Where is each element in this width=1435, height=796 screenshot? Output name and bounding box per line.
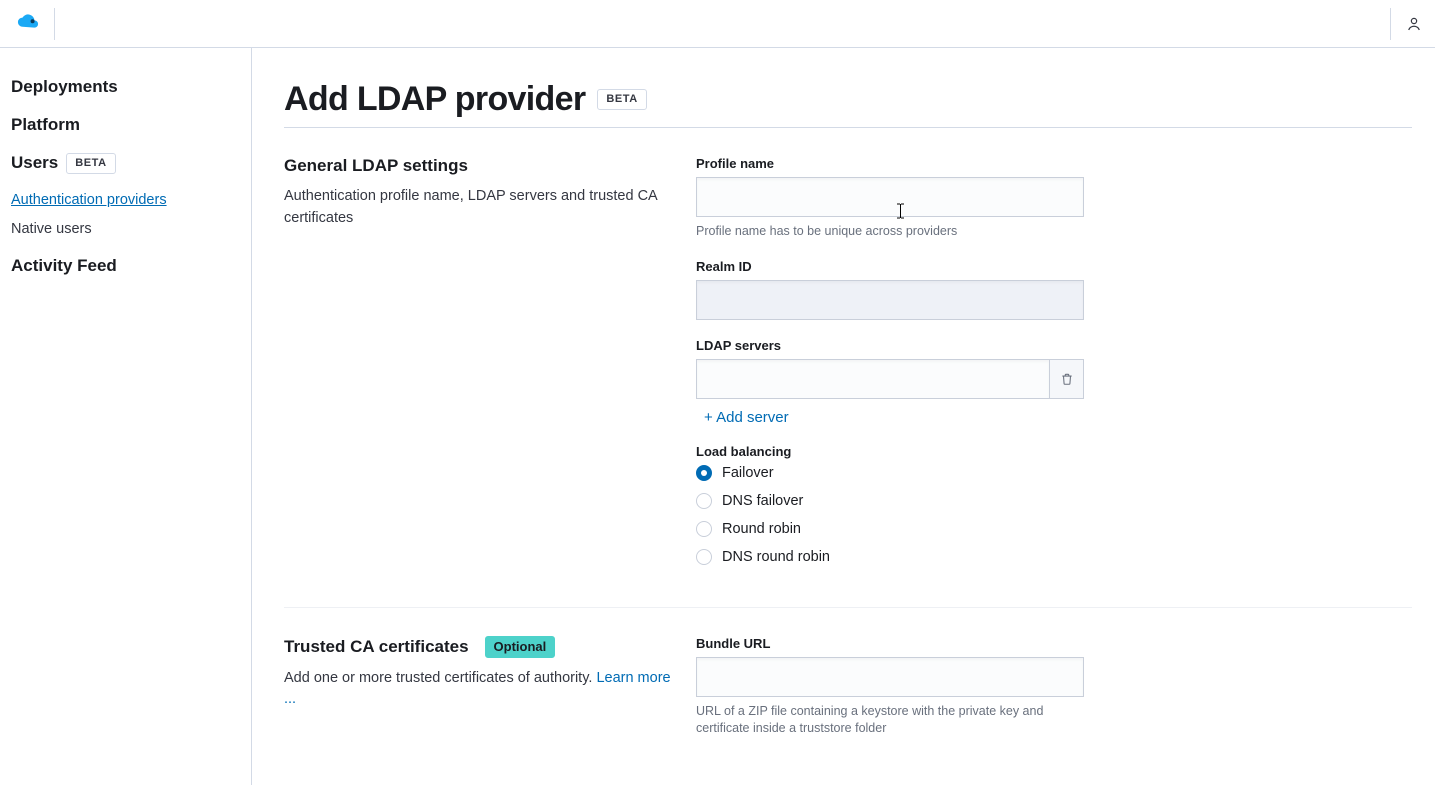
radio-icon bbox=[696, 465, 712, 481]
section-general: General LDAP settings Authentication pro… bbox=[284, 128, 1412, 583]
sidebar-item-platform[interactable]: Platform bbox=[11, 114, 251, 136]
radio-label: Round robin bbox=[722, 521, 801, 537]
realm-id-input bbox=[696, 280, 1084, 320]
form-row-bundle-url: Bundle URL URL of a ZIP file containing … bbox=[696, 636, 1084, 738]
trusted-desc-text: Add one or more trusted certificates of … bbox=[284, 670, 596, 686]
page-title: Add LDAP provider bbox=[284, 80, 585, 119]
delete-server-button[interactable] bbox=[1050, 359, 1084, 399]
form-row-ldap-servers: LDAP servers + Add server bbox=[696, 338, 1084, 426]
section-trusted-left: Trusted CA certificates Optional Add one… bbox=[284, 636, 696, 756]
layout: Deployments Platform Users BETA Authenti… bbox=[0, 48, 1435, 796]
add-server-button[interactable]: + Add server bbox=[696, 399, 797, 426]
form-row-realm-id: Realm ID bbox=[696, 259, 1084, 320]
section-trusted: Trusted CA certificates Optional Add one… bbox=[284, 607, 1412, 756]
load-balancing-option[interactable]: Round robin bbox=[696, 521, 1084, 537]
realm-id-label: Realm ID bbox=[696, 259, 1084, 274]
sidebar-group-users: Users BETA Authentication providers Nati… bbox=[11, 152, 251, 239]
section-trusted-title: Trusted CA certificates Optional bbox=[284, 636, 672, 658]
profile-name-label: Profile name bbox=[696, 156, 1084, 171]
page-header: Add LDAP provider BETA bbox=[284, 80, 1412, 128]
load-balancing-group: Failover DNS failover Round robin DNS round… bbox=[696, 465, 1084, 565]
user-icon[interactable] bbox=[1405, 15, 1423, 33]
section-trusted-desc: Add one or more trusted certificates of … bbox=[284, 668, 672, 712]
load-balancing-label: Load balancing bbox=[696, 444, 1084, 459]
load-balancing-option[interactable]: DNS round robin bbox=[696, 549, 1084, 565]
topbar bbox=[0, 0, 1435, 48]
trash-icon bbox=[1060, 372, 1074, 386]
form-row-load-balancing: Load balancing Failover DNS failover Round… bbox=[696, 444, 1084, 565]
optional-badge: Optional bbox=[485, 636, 556, 658]
radio-label: DNS round robin bbox=[722, 549, 830, 565]
sidebar-item-activity-feed[interactable]: Activity Feed bbox=[11, 255, 251, 277]
sidebar-item-deployments[interactable]: Deployments bbox=[11, 76, 251, 98]
section-trusted-heading: Trusted CA certificates bbox=[284, 637, 469, 657]
sidebar-item-users[interactable]: Users BETA bbox=[11, 152, 251, 174]
topbar-divider-right bbox=[1390, 8, 1391, 40]
sidebar-item-auth-providers[interactable]: Authentication providers bbox=[11, 190, 251, 210]
main-content: Add LDAP provider BETA General LDAP sett… bbox=[252, 48, 1432, 796]
beta-badge: BETA bbox=[66, 153, 115, 174]
ldap-servers-label: LDAP servers bbox=[696, 338, 1084, 353]
bundle-url-label: Bundle URL bbox=[696, 636, 1084, 651]
section-trusted-form: Bundle URL URL of a ZIP file containing … bbox=[696, 636, 1084, 756]
topbar-right bbox=[1390, 8, 1423, 40]
sidebar-item-native-users[interactable]: Native users bbox=[11, 219, 251, 239]
page-beta-badge: BETA bbox=[597, 89, 646, 110]
sidebar: Deployments Platform Users BETA Authenti… bbox=[0, 48, 252, 785]
section-general-desc: Authentication profile name, LDAP server… bbox=[284, 186, 672, 230]
section-general-left: General LDAP settings Authentication pro… bbox=[284, 156, 696, 583]
sidebar-item-label: Users bbox=[11, 152, 58, 174]
section-general-form: Profile name Profile name has to be uniq… bbox=[696, 156, 1084, 583]
topbar-divider bbox=[54, 8, 55, 40]
radio-label: Failover bbox=[722, 465, 774, 481]
ldap-server-row bbox=[696, 359, 1084, 399]
bundle-url-help: URL of a ZIP file containing a keystore … bbox=[696, 703, 1084, 738]
ldap-server-input[interactable] bbox=[696, 359, 1050, 399]
topbar-left bbox=[12, 8, 55, 40]
load-balancing-option[interactable]: DNS failover bbox=[696, 493, 1084, 509]
cloud-logo-icon bbox=[17, 13, 39, 35]
radio-icon bbox=[696, 549, 712, 565]
section-general-title: General LDAP settings bbox=[284, 156, 672, 176]
bundle-url-input[interactable] bbox=[696, 657, 1084, 697]
radio-label: DNS failover bbox=[722, 493, 803, 509]
profile-name-input[interactable] bbox=[696, 177, 1084, 217]
load-balancing-option[interactable]: Failover bbox=[696, 465, 1084, 481]
radio-icon bbox=[696, 521, 712, 537]
app-logo[interactable] bbox=[12, 8, 44, 40]
profile-name-help: Profile name has to be unique across pro… bbox=[696, 223, 1084, 241]
form-row-profile-name: Profile name Profile name has to be uniq… bbox=[696, 156, 1084, 241]
radio-icon bbox=[696, 493, 712, 509]
